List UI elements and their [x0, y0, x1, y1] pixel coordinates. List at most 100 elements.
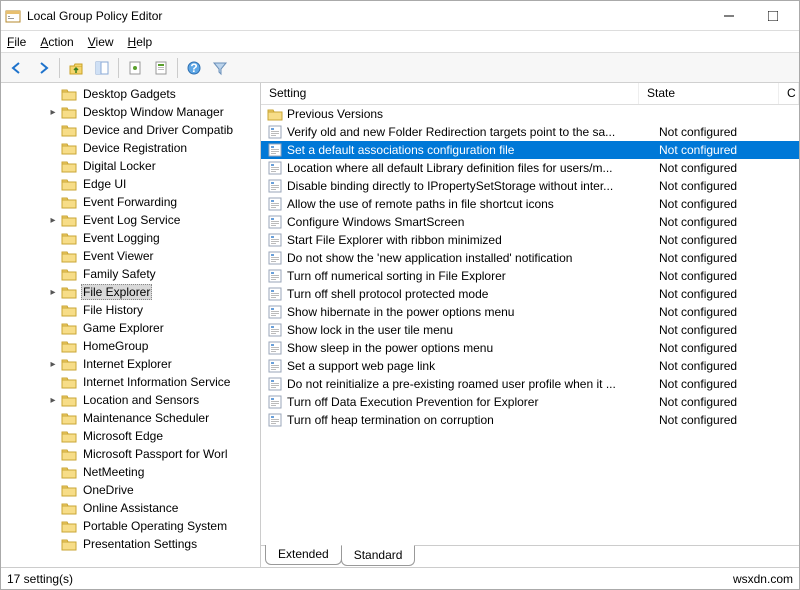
tree-item[interactable]: ▸File Explorer — [1, 283, 260, 301]
folder-icon — [61, 321, 77, 335]
maximize-button[interactable] — [751, 2, 795, 30]
back-button[interactable] — [5, 56, 29, 80]
tree-item[interactable]: ▸Internet Explorer — [1, 355, 260, 373]
help-button[interactable]: ? — [182, 56, 206, 80]
tree-item[interactable]: ▸Desktop Window Manager — [1, 103, 260, 121]
list-row[interactable]: Do not show the 'new application install… — [261, 249, 799, 267]
row-setting: Do not show the 'new application install… — [287, 251, 659, 265]
list-row[interactable]: Set a default associations configuration… — [261, 141, 799, 159]
menu-file[interactable]: File — [7, 35, 26, 49]
chevron-right-icon[interactable]: ▸ — [47, 394, 59, 406]
list-row[interactable]: Previous Versions — [261, 105, 799, 123]
tree-item[interactable]: Event Viewer — [1, 247, 260, 265]
tree-item-label: Desktop Gadgets — [81, 87, 178, 101]
list-row[interactable]: Turn off Data Execution Prevention for E… — [261, 393, 799, 411]
list-row[interactable]: Allow the use of remote paths in file sh… — [261, 195, 799, 213]
column-setting[interactable]: Setting — [261, 83, 639, 104]
status-bar: 17 setting(s) wsxdn.com — [1, 567, 799, 589]
forward-button[interactable] — [31, 56, 55, 80]
chevron-right-icon[interactable]: ▸ — [47, 214, 59, 226]
tree-item[interactable]: Edge UI — [1, 175, 260, 193]
list-row[interactable]: Show sleep in the power options menuNot … — [261, 339, 799, 357]
tree-item-label: Edge UI — [81, 177, 128, 191]
chevron-right-icon[interactable]: ▸ — [47, 106, 59, 118]
row-state: Not configured — [659, 143, 799, 157]
row-setting: Start File Explorer with ribbon minimize… — [287, 233, 659, 247]
folder-icon — [61, 537, 77, 551]
tree-item[interactable]: Maintenance Scheduler — [1, 409, 260, 427]
up-button[interactable] — [64, 56, 88, 80]
tree-item[interactable]: Desktop Gadgets — [1, 85, 260, 103]
tree-item[interactable]: Online Assistance — [1, 499, 260, 517]
list-row[interactable]: Show lock in the user tile menuNot confi… — [261, 321, 799, 339]
tree-item[interactable]: Portable Operating System — [1, 517, 260, 535]
tree-item[interactable]: Device and Driver Compatib — [1, 121, 260, 139]
tree-item[interactable]: Event Forwarding — [1, 193, 260, 211]
menu-view[interactable]: View — [88, 35, 114, 49]
tab-standard[interactable]: Standard — [341, 545, 416, 566]
view-tabs: Extended Standard — [261, 545, 799, 567]
row-setting: Show sleep in the power options menu — [287, 341, 659, 355]
row-setting: Allow the use of remote paths in file sh… — [287, 197, 659, 211]
tree-list[interactable]: Desktop Gadgets▸Desktop Window ManagerDe… — [1, 83, 260, 567]
row-state: Not configured — [659, 215, 799, 229]
list-row[interactable]: Verify old and new Folder Redirection ta… — [261, 123, 799, 141]
tree-item[interactable]: NetMeeting — [1, 463, 260, 481]
tree-item[interactable]: Internet Information Service — [1, 373, 260, 391]
folder-icon — [61, 501, 77, 515]
row-state: Not configured — [659, 125, 799, 139]
tree-item[interactable]: Presentation Settings — [1, 535, 260, 553]
folder-icon — [61, 285, 77, 299]
tree-item[interactable]: Microsoft Edge — [1, 427, 260, 445]
menu-help[interactable]: Help — [128, 35, 153, 49]
list-row[interactable]: Configure Windows SmartScreenNot configu… — [261, 213, 799, 231]
folder-icon — [61, 267, 77, 281]
chevron-right-icon[interactable]: ▸ — [47, 358, 59, 370]
tree-item[interactable]: OneDrive — [1, 481, 260, 499]
show-hide-tree-button[interactable] — [90, 56, 114, 80]
list-row[interactable]: Turn off shell protocol protected modeNo… — [261, 285, 799, 303]
list-row[interactable]: Set a support web page linkNot configure… — [261, 357, 799, 375]
tree-item[interactable]: Family Safety — [1, 265, 260, 283]
column-state[interactable]: State — [639, 83, 779, 104]
folder-icon — [61, 195, 77, 209]
folder-icon — [61, 483, 77, 497]
menu-action[interactable]: Action — [40, 35, 73, 49]
chevron-right-icon[interactable]: ▸ — [47, 286, 59, 298]
policy-icon — [267, 376, 283, 392]
list-body[interactable]: Previous Versions Verify old and new Fold… — [261, 105, 799, 545]
tree-item[interactable]: File History — [1, 301, 260, 319]
tree-item[interactable]: Event Logging — [1, 229, 260, 247]
properties-button[interactable] — [123, 56, 147, 80]
policy-icon — [267, 268, 283, 284]
tree-item-label: Event Forwarding — [81, 195, 179, 209]
tree-item[interactable]: Digital Locker — [1, 157, 260, 175]
list-row[interactable]: Disable binding directly to IPropertySet… — [261, 177, 799, 195]
refresh-button[interactable] — [149, 56, 173, 80]
list-row[interactable]: Turn off heap termination on corruptionN… — [261, 411, 799, 429]
tree-item[interactable]: Microsoft Passport for Worl — [1, 445, 260, 463]
tree-item[interactable]: ▸Event Log Service — [1, 211, 260, 229]
tree-item[interactable]: Device Registration — [1, 139, 260, 157]
tab-extended[interactable]: Extended — [265, 545, 342, 565]
status-credit: wsxdn.com — [733, 572, 793, 586]
list-row[interactable]: Do not reinitialize a pre-existing roame… — [261, 375, 799, 393]
tree-item-label: Family Safety — [81, 267, 158, 281]
row-setting: Previous Versions — [287, 107, 659, 121]
column-c[interactable]: C — [779, 83, 799, 104]
list-row[interactable]: Location where all default Library defin… — [261, 159, 799, 177]
policy-icon — [267, 178, 283, 194]
list-row[interactable]: Start File Explorer with ribbon minimize… — [261, 231, 799, 249]
policy-icon — [267, 232, 283, 248]
tree-item-label: Event Logging — [81, 231, 162, 245]
tree-item[interactable]: Game Explorer — [1, 319, 260, 337]
folder-icon — [61, 123, 77, 137]
tree-item-label: Digital Locker — [81, 159, 158, 173]
list-row[interactable]: Show hibernate in the power options menu… — [261, 303, 799, 321]
list-row[interactable]: Turn off numerical sorting in File Explo… — [261, 267, 799, 285]
tree-item[interactable]: HomeGroup — [1, 337, 260, 355]
filter-button[interactable] — [208, 56, 232, 80]
tree-item[interactable]: ▸Location and Sensors — [1, 391, 260, 409]
minimize-button[interactable] — [707, 2, 751, 30]
folder-icon — [267, 106, 283, 122]
